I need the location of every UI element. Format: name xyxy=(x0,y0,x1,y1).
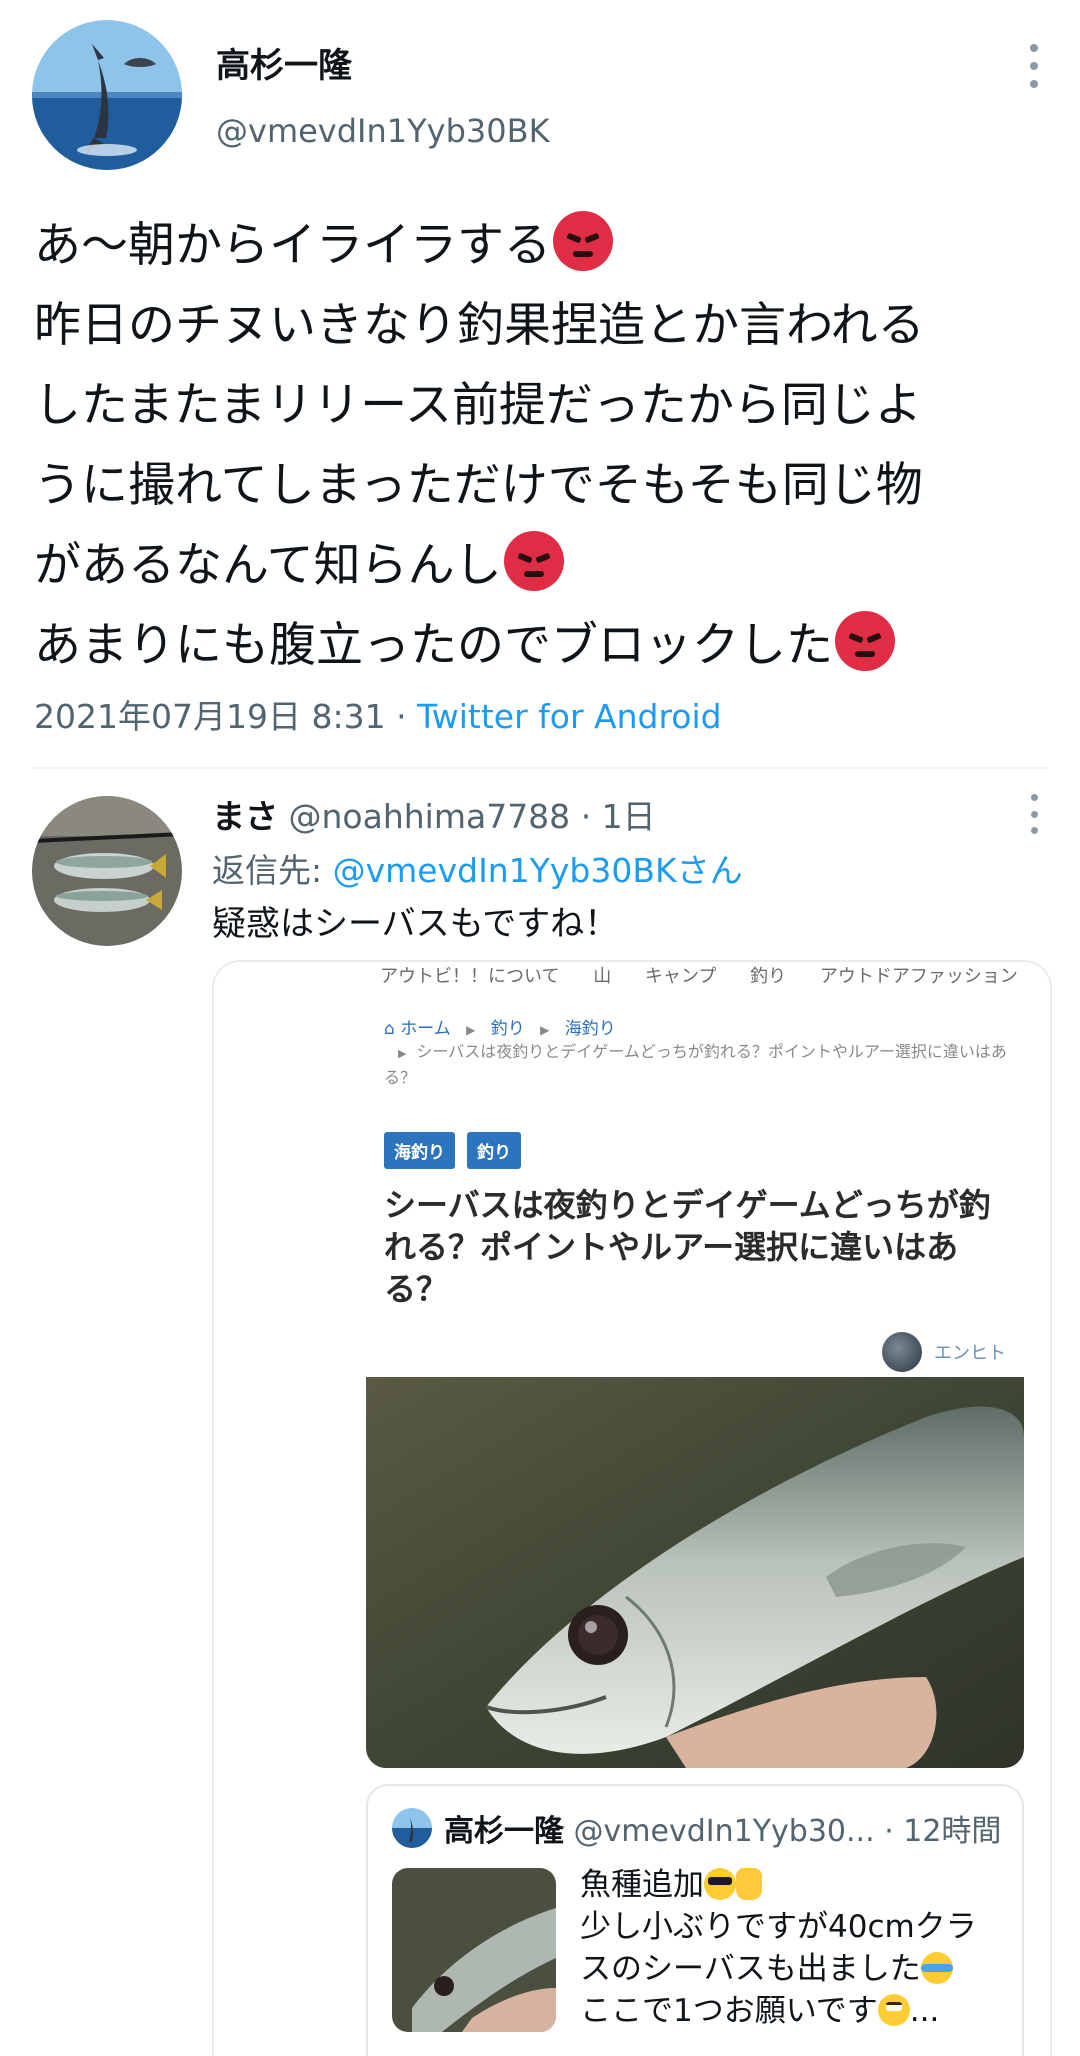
tweet-line: したまたまリリース前提だったから同じよ xyxy=(34,378,922,433)
quoted-header: 高杉一隆 @vmevdIn1Yyb30... · 12時間 xyxy=(444,1806,1001,1850)
quoted-line: 魚種追加 xyxy=(580,1864,1020,1906)
breadcrumb-item: 釣り xyxy=(490,1019,525,1039)
reply-display-name[interactable]: まさ xyxy=(212,797,278,836)
chevron-right-icon: ▶ xyxy=(540,1023,550,1037)
reply-more-options-icon[interactable] xyxy=(1024,794,1044,834)
tweet-text: あ〜朝からイライラする 昨日のチヌいきなり釣果捏造とか言われる したまたまリリー… xyxy=(34,206,1064,686)
nav-item: アウトドアファッション xyxy=(819,966,1018,987)
replying-to-mention[interactable]: @vmevdIn1Yyb30BKさん xyxy=(333,851,743,890)
tears-of-joy-icon xyxy=(920,1952,953,1984)
reply-handle[interactable]: @noahhima7788 xyxy=(289,797,571,836)
breadcrumb-item: ホーム xyxy=(400,1019,451,1039)
chevron-right-icon: ▶ xyxy=(398,1047,407,1060)
quoted-text: 魚種追加 少し小ぶりですが40cmクラ スのシーバスも出ました ここで1つお願い… xyxy=(580,1864,1020,2032)
more-options-icon[interactable] xyxy=(1024,44,1044,88)
breadcrumb-current: ▶ シーバスは夜釣りとデイゲームどっちが釣れる？ポイントやルアー選択に違いはある？ xyxy=(384,1042,1007,1087)
pouting-face-icon xyxy=(835,611,895,671)
reply-text: 疑惑はシーバスもですね！ xyxy=(212,904,619,944)
reply-header: まさ @noahhima7788 · 1日 xyxy=(212,790,656,838)
tweet-line: あまりにも腹立ったのでブロックした xyxy=(34,606,1064,686)
breadcrumb-item: 海釣り xyxy=(564,1019,616,1039)
tweet-timestamp[interactable]: 2021年07月19日 8:31 xyxy=(34,697,386,736)
quoted-tweet[interactable]: 高杉一隆 @vmevdIn1Yyb30... · 12時間 魚種追加 少し小ぶり… xyxy=(366,1784,1024,2056)
quoted-author-avatar xyxy=(392,1808,432,1848)
author-avatar-small xyxy=(882,1332,922,1372)
tweet-line: 昨日のチヌいきなり釣果捏造とか言われる xyxy=(34,298,925,353)
article-title: シーバスは夜釣りとデイゲームどっちが釣れる？ポイントやルアー選択に違いはある？ xyxy=(384,1186,991,1308)
article-screenshot[interactable]: アウトビ！！について 山 キャンプ 釣り アウトドアファッション ⌂ ホーム ▶… xyxy=(366,962,1024,1768)
quoted-line: ここで1つお願いです... xyxy=(580,1993,940,2029)
tweet-meta: 2021年07月19日 8:31 · Twitter for Android xyxy=(34,690,722,738)
quoted-handle: @vmevdIn1Yyb30... xyxy=(573,1814,875,1849)
quoted-thumbnail xyxy=(392,1868,556,2032)
tweet-line: うに撮れてしまっただけでそもそも同じ物 xyxy=(34,458,923,513)
nav-item: 山 xyxy=(593,966,612,987)
replying-to-label: 返信先: xyxy=(212,851,333,890)
sunglasses-face-icon xyxy=(704,1868,736,1900)
meta-separator: · xyxy=(396,697,407,736)
face-with-rolling-eyes-icon xyxy=(877,1994,910,2026)
quoted-time: · 12時間 xyxy=(884,1814,1002,1849)
author-avatar[interactable] xyxy=(32,20,182,170)
article-author: エンヒト xyxy=(882,1332,1006,1372)
breadcrumb: ⌂ ホーム ▶ 釣り ▶ 海釣り xyxy=(384,1014,616,1039)
quoted-display-name: 高杉一隆 xyxy=(444,1814,564,1849)
main-tweet: 高杉一隆 @vmevdIn1Yyb30BK あ〜朝からイライラする 昨日のチヌい… xyxy=(0,0,1080,770)
reply-media-card[interactable]: アウトビ！！について 山 キャンプ 釣り アウトドアファッション ⌂ ホーム ▶… xyxy=(212,960,1052,2056)
replying-to: 返信先: @vmevdIn1Yyb30BKさん xyxy=(212,844,743,892)
site-nav: アウトビ！！について 山 キャンプ 釣り アウトドアファッション xyxy=(380,962,1024,988)
nav-item: キャンプ xyxy=(644,966,717,987)
tag-badge: 釣り xyxy=(467,1132,521,1169)
author-display-name[interactable]: 高杉一隆 xyxy=(216,38,352,87)
home-icon: ⌂ xyxy=(384,1019,395,1039)
article-author-name: エンヒト xyxy=(934,1343,1006,1364)
reply-time[interactable]: · 1日 xyxy=(581,797,656,836)
tag-badge: 海釣り xyxy=(384,1132,455,1169)
quoted-line: スのシーバスも出ました xyxy=(580,1948,1020,1990)
reply-avatar[interactable] xyxy=(32,796,182,946)
pouting-face-icon xyxy=(503,531,564,591)
thumbs-up-icon xyxy=(736,1868,762,1900)
divider xyxy=(32,767,1048,769)
nav-item: アウトビ！！について xyxy=(380,966,560,987)
nav-item: 釣り xyxy=(750,966,787,987)
sea-bass-photo xyxy=(366,1377,1024,1768)
quoted-line: 少し小ぶりですが40cmクラ xyxy=(580,1909,977,1945)
pouting-face-icon xyxy=(553,211,613,271)
tweet-line: あ〜朝からイライラする xyxy=(34,206,1064,286)
tweet-line: があるなんて知らんし xyxy=(34,526,1064,606)
author-handle[interactable]: @vmevdIn1Yyb30BK xyxy=(216,112,550,150)
tweet-source-link[interactable]: Twitter for Android xyxy=(417,697,722,736)
article-tags: 海釣り 釣り xyxy=(384,1132,521,1169)
chevron-right-icon: ▶ xyxy=(466,1023,476,1037)
